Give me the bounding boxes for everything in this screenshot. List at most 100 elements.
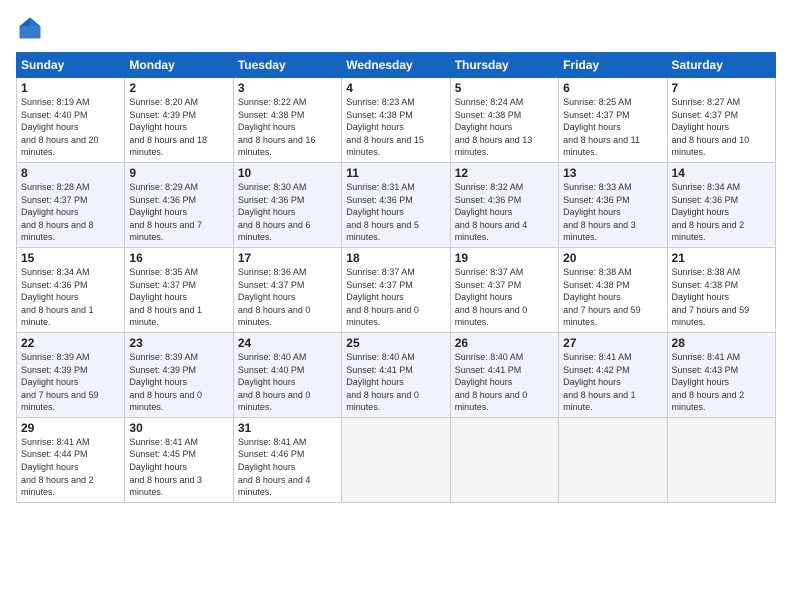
day-number: 11 [346, 166, 445, 180]
cell-info: Sunrise: 8:22 AM Sunset: 4:38 PM Dayligh… [238, 96, 337, 159]
table-row: 5 Sunrise: 8:24 AM Sunset: 4:38 PM Dayli… [450, 78, 558, 163]
cell-info: Sunrise: 8:41 AM Sunset: 4:44 PM Dayligh… [21, 436, 120, 499]
cell-info: Sunrise: 8:20 AM Sunset: 4:39 PM Dayligh… [129, 96, 228, 159]
cell-info: Sunrise: 8:38 AM Sunset: 4:38 PM Dayligh… [672, 266, 771, 329]
day-number: 19 [455, 251, 554, 265]
day-number: 14 [672, 166, 771, 180]
table-row: 10 Sunrise: 8:30 AM Sunset: 4:36 PM Dayl… [233, 162, 341, 247]
cell-info: Sunrise: 8:41 AM Sunset: 4:45 PM Dayligh… [129, 436, 228, 499]
col-tuesday: Tuesday [233, 53, 341, 78]
table-row: 26 Sunrise: 8:40 AM Sunset: 4:41 PM Dayl… [450, 332, 558, 417]
table-row [342, 417, 450, 502]
cell-info: Sunrise: 8:34 AM Sunset: 4:36 PM Dayligh… [672, 181, 771, 244]
table-row: 27 Sunrise: 8:41 AM Sunset: 4:42 PM Dayl… [559, 332, 667, 417]
table-row: 25 Sunrise: 8:40 AM Sunset: 4:41 PM Dayl… [342, 332, 450, 417]
table-row: 14 Sunrise: 8:34 AM Sunset: 4:36 PM Dayl… [667, 162, 775, 247]
cell-info: Sunrise: 8:32 AM Sunset: 4:36 PM Dayligh… [455, 181, 554, 244]
day-number: 31 [238, 421, 337, 435]
table-row [450, 417, 558, 502]
table-row: 21 Sunrise: 8:38 AM Sunset: 4:38 PM Dayl… [667, 247, 775, 332]
col-friday: Friday [559, 53, 667, 78]
table-row: 9 Sunrise: 8:29 AM Sunset: 4:36 PM Dayli… [125, 162, 233, 247]
table-row [667, 417, 775, 502]
cell-info: Sunrise: 8:24 AM Sunset: 4:38 PM Dayligh… [455, 96, 554, 159]
table-row: 4 Sunrise: 8:23 AM Sunset: 4:38 PM Dayli… [342, 78, 450, 163]
calendar: Sunday Monday Tuesday Wednesday Thursday… [16, 52, 776, 503]
table-row: 24 Sunrise: 8:40 AM Sunset: 4:40 PM Dayl… [233, 332, 341, 417]
cell-info: Sunrise: 8:41 AM Sunset: 4:43 PM Dayligh… [672, 351, 771, 414]
day-number: 30 [129, 421, 228, 435]
cell-info: Sunrise: 8:41 AM Sunset: 4:42 PM Dayligh… [563, 351, 662, 414]
col-saturday: Saturday [667, 53, 775, 78]
table-row: 16 Sunrise: 8:35 AM Sunset: 4:37 PM Dayl… [125, 247, 233, 332]
day-number: 23 [129, 336, 228, 350]
table-row: 12 Sunrise: 8:32 AM Sunset: 4:36 PM Dayl… [450, 162, 558, 247]
day-number: 2 [129, 81, 228, 95]
cell-info: Sunrise: 8:33 AM Sunset: 4:36 PM Dayligh… [563, 181, 662, 244]
table-row: 8 Sunrise: 8:28 AM Sunset: 4:37 PM Dayli… [17, 162, 125, 247]
table-row: 31 Sunrise: 8:41 AM Sunset: 4:46 PM Dayl… [233, 417, 341, 502]
cell-info: Sunrise: 8:41 AM Sunset: 4:46 PM Dayligh… [238, 436, 337, 499]
day-number: 13 [563, 166, 662, 180]
day-number: 17 [238, 251, 337, 265]
day-number: 29 [21, 421, 120, 435]
day-number: 26 [455, 336, 554, 350]
table-row: 11 Sunrise: 8:31 AM Sunset: 4:36 PM Dayl… [342, 162, 450, 247]
logo-icon [16, 14, 44, 42]
day-number: 27 [563, 336, 662, 350]
day-number: 21 [672, 251, 771, 265]
day-number: 3 [238, 81, 337, 95]
day-number: 5 [455, 81, 554, 95]
cell-info: Sunrise: 8:39 AM Sunset: 4:39 PM Dayligh… [21, 351, 120, 414]
page: Sunday Monday Tuesday Wednesday Thursday… [0, 0, 792, 612]
day-number: 8 [21, 166, 120, 180]
cell-info: Sunrise: 8:40 AM Sunset: 4:40 PM Dayligh… [238, 351, 337, 414]
cell-info: Sunrise: 8:29 AM Sunset: 4:36 PM Dayligh… [129, 181, 228, 244]
cell-info: Sunrise: 8:36 AM Sunset: 4:37 PM Dayligh… [238, 266, 337, 329]
day-number: 9 [129, 166, 228, 180]
cell-info: Sunrise: 8:40 AM Sunset: 4:41 PM Dayligh… [346, 351, 445, 414]
cell-info: Sunrise: 8:40 AM Sunset: 4:41 PM Dayligh… [455, 351, 554, 414]
table-row: 3 Sunrise: 8:22 AM Sunset: 4:38 PM Dayli… [233, 78, 341, 163]
cell-info: Sunrise: 8:27 AM Sunset: 4:37 PM Dayligh… [672, 96, 771, 159]
table-row: 15 Sunrise: 8:34 AM Sunset: 4:36 PM Dayl… [17, 247, 125, 332]
table-row: 13 Sunrise: 8:33 AM Sunset: 4:36 PM Dayl… [559, 162, 667, 247]
day-number: 1 [21, 81, 120, 95]
col-monday: Monday [125, 53, 233, 78]
cell-info: Sunrise: 8:35 AM Sunset: 4:37 PM Dayligh… [129, 266, 228, 329]
cell-info: Sunrise: 8:39 AM Sunset: 4:39 PM Dayligh… [129, 351, 228, 414]
cell-info: Sunrise: 8:34 AM Sunset: 4:36 PM Dayligh… [21, 266, 120, 329]
calendar-header-row: Sunday Monday Tuesday Wednesday Thursday… [17, 53, 776, 78]
col-sunday: Sunday [17, 53, 125, 78]
table-row: 7 Sunrise: 8:27 AM Sunset: 4:37 PM Dayli… [667, 78, 775, 163]
table-row: 2 Sunrise: 8:20 AM Sunset: 4:39 PM Dayli… [125, 78, 233, 163]
calendar-week-row: 1 Sunrise: 8:19 AM Sunset: 4:40 PM Dayli… [17, 78, 776, 163]
table-row: 17 Sunrise: 8:36 AM Sunset: 4:37 PM Dayl… [233, 247, 341, 332]
logo [16, 14, 48, 42]
table-row: 1 Sunrise: 8:19 AM Sunset: 4:40 PM Dayli… [17, 78, 125, 163]
cell-info: Sunrise: 8:31 AM Sunset: 4:36 PM Dayligh… [346, 181, 445, 244]
cell-info: Sunrise: 8:37 AM Sunset: 4:37 PM Dayligh… [346, 266, 445, 329]
cell-info: Sunrise: 8:19 AM Sunset: 4:40 PM Dayligh… [21, 96, 120, 159]
day-number: 15 [21, 251, 120, 265]
day-number: 25 [346, 336, 445, 350]
day-number: 4 [346, 81, 445, 95]
table-row: 29 Sunrise: 8:41 AM Sunset: 4:44 PM Dayl… [17, 417, 125, 502]
day-number: 24 [238, 336, 337, 350]
day-number: 28 [672, 336, 771, 350]
table-row: 20 Sunrise: 8:38 AM Sunset: 4:38 PM Dayl… [559, 247, 667, 332]
header [16, 14, 776, 42]
calendar-week-row: 15 Sunrise: 8:34 AM Sunset: 4:36 PM Dayl… [17, 247, 776, 332]
cell-info: Sunrise: 8:28 AM Sunset: 4:37 PM Dayligh… [21, 181, 120, 244]
day-number: 20 [563, 251, 662, 265]
day-number: 12 [455, 166, 554, 180]
col-wednesday: Wednesday [342, 53, 450, 78]
table-row: 28 Sunrise: 8:41 AM Sunset: 4:43 PM Dayl… [667, 332, 775, 417]
day-number: 22 [21, 336, 120, 350]
col-thursday: Thursday [450, 53, 558, 78]
day-number: 18 [346, 251, 445, 265]
day-number: 6 [563, 81, 662, 95]
day-number: 10 [238, 166, 337, 180]
day-number: 7 [672, 81, 771, 95]
calendar-week-row: 29 Sunrise: 8:41 AM Sunset: 4:44 PM Dayl… [17, 417, 776, 502]
